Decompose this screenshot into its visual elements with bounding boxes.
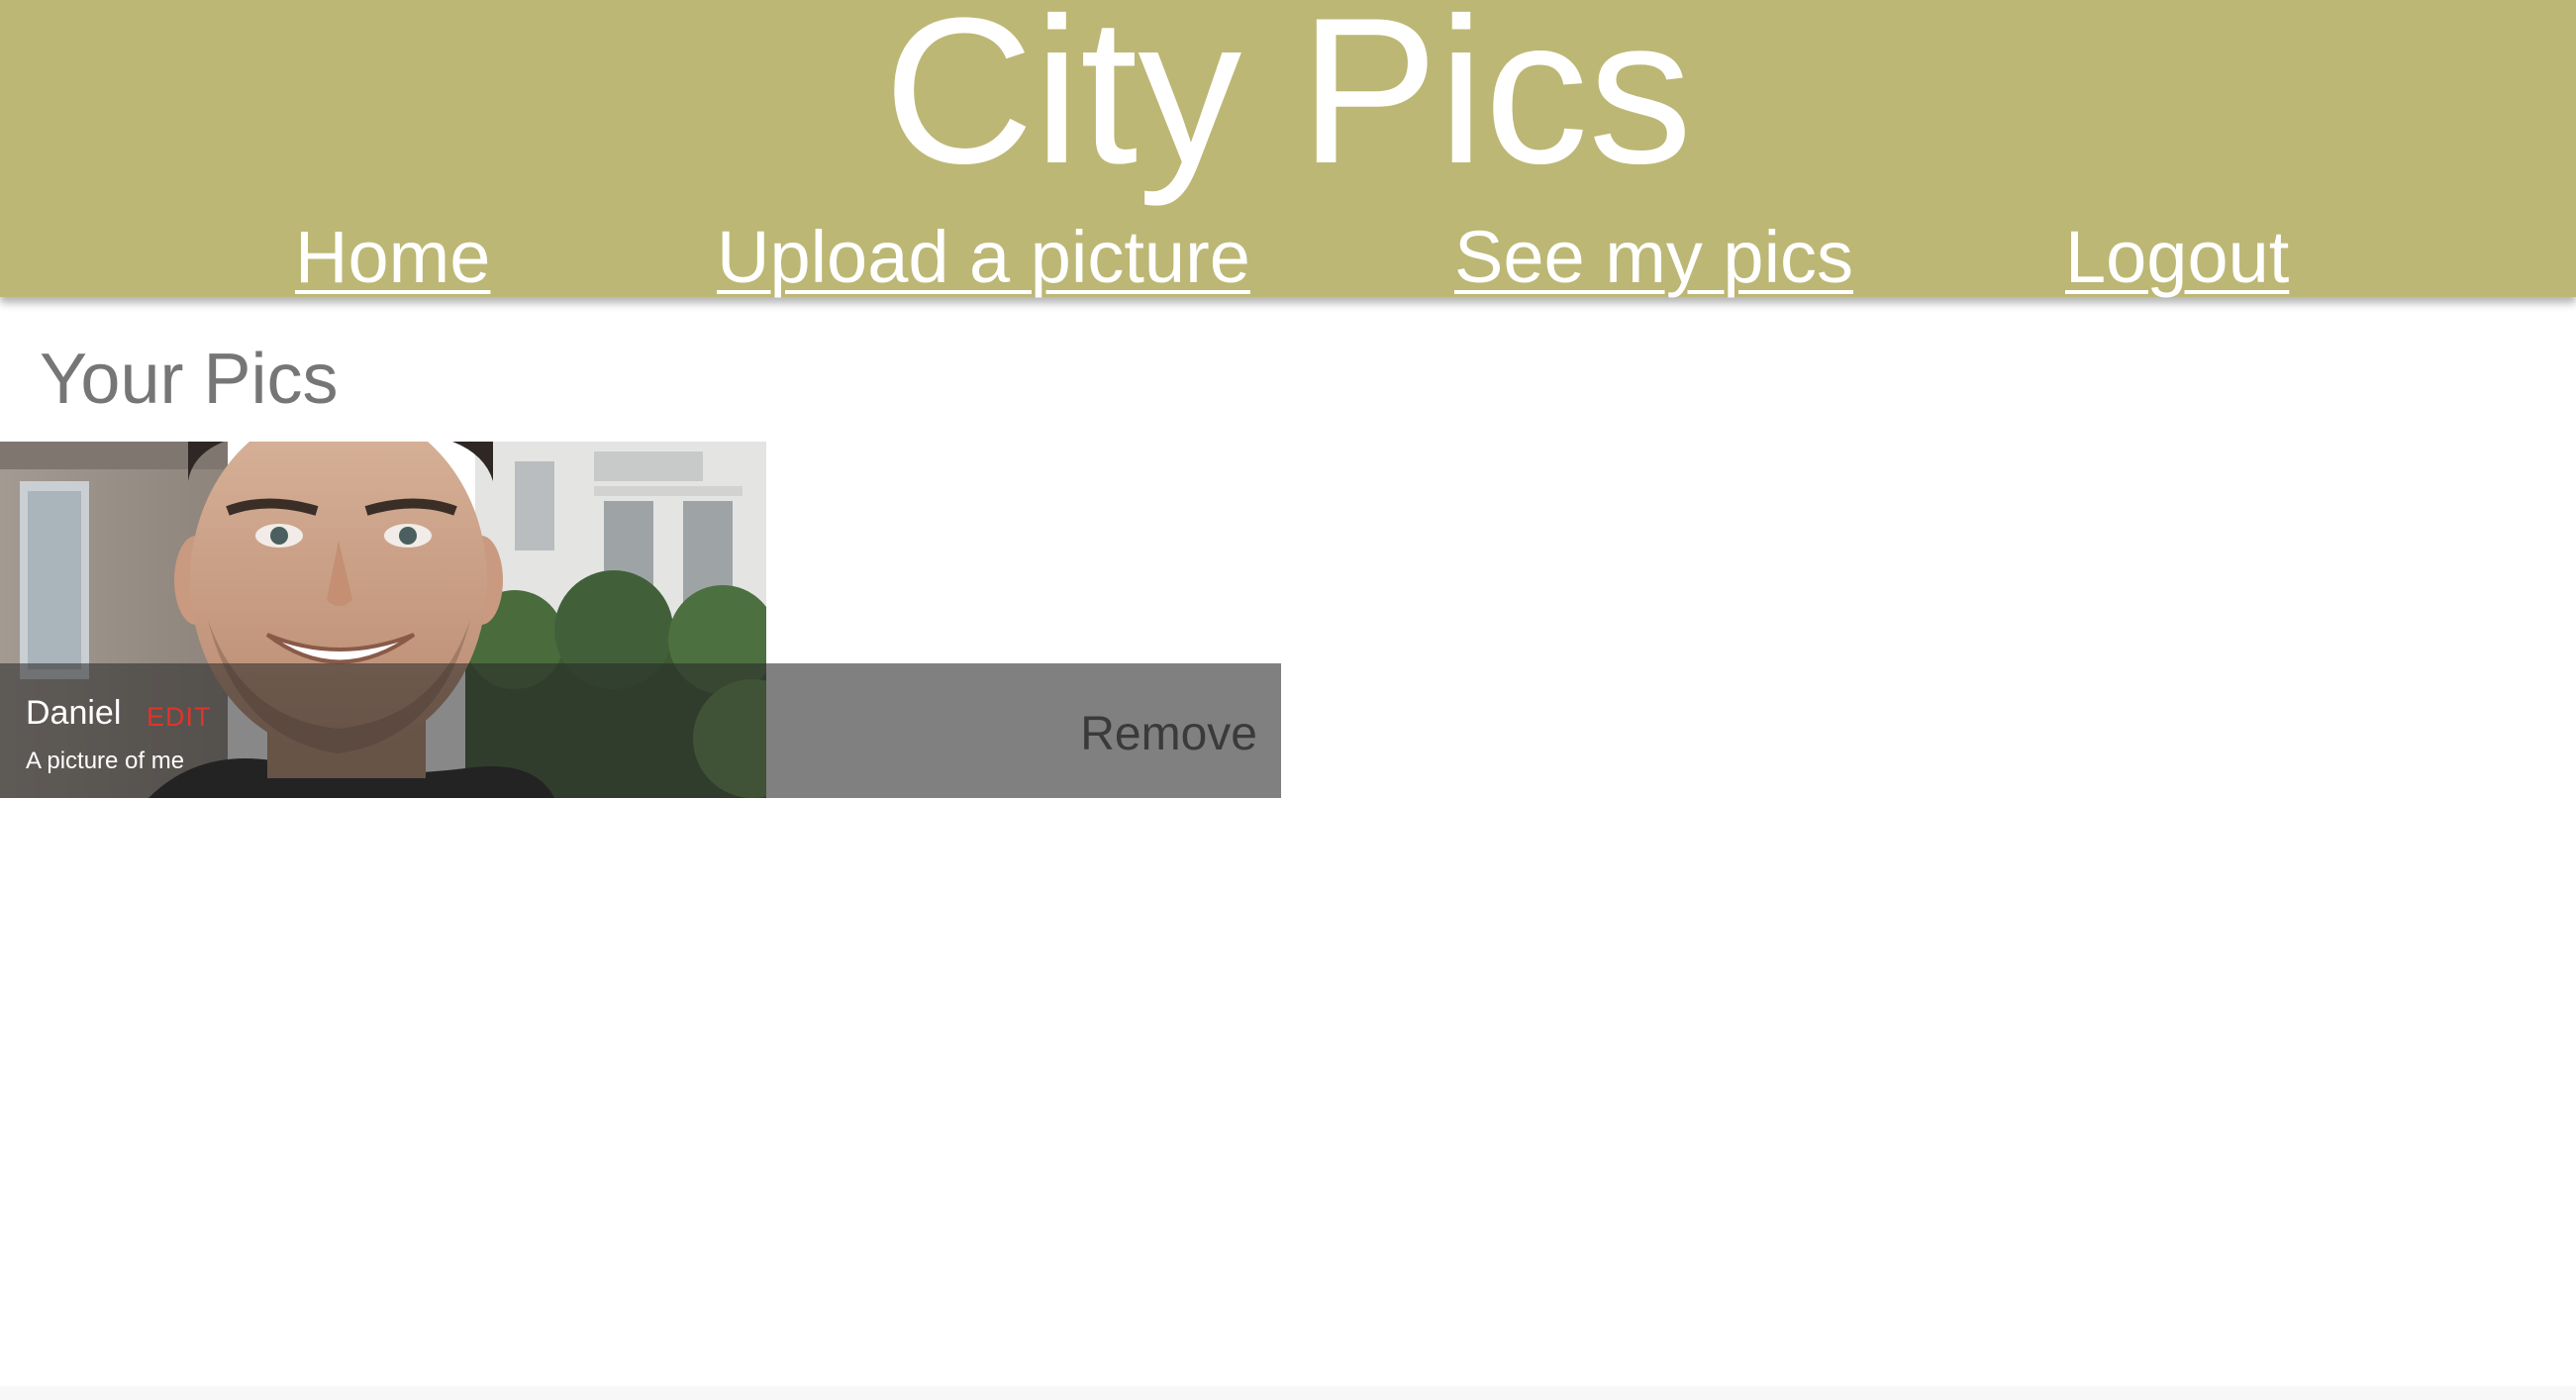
- pic-card: Daniel EDIT A picture of me Remove: [0, 442, 1281, 798]
- nav-home-link[interactable]: Home: [295, 213, 490, 302]
- pic-edit-link[interactable]: EDIT: [147, 701, 212, 733]
- page-title: Your Pics: [40, 340, 339, 419]
- page-footer: [0, 1386, 2576, 1400]
- pic-description: A picture of me: [26, 748, 185, 774]
- nav-logout-link[interactable]: Logout: [2065, 213, 2289, 302]
- nav-upload-link[interactable]: Upload a picture: [717, 213, 1250, 302]
- site-header: City Pics Home Upload a picture See my p…: [0, 0, 2576, 298]
- remove-button[interactable]: Remove: [1080, 707, 1257, 762]
- pic-name: Daniel: [26, 694, 122, 732]
- site-title: City Pics: [883, 0, 1693, 207]
- nav-my-pics-link[interactable]: See my pics: [1454, 213, 1853, 302]
